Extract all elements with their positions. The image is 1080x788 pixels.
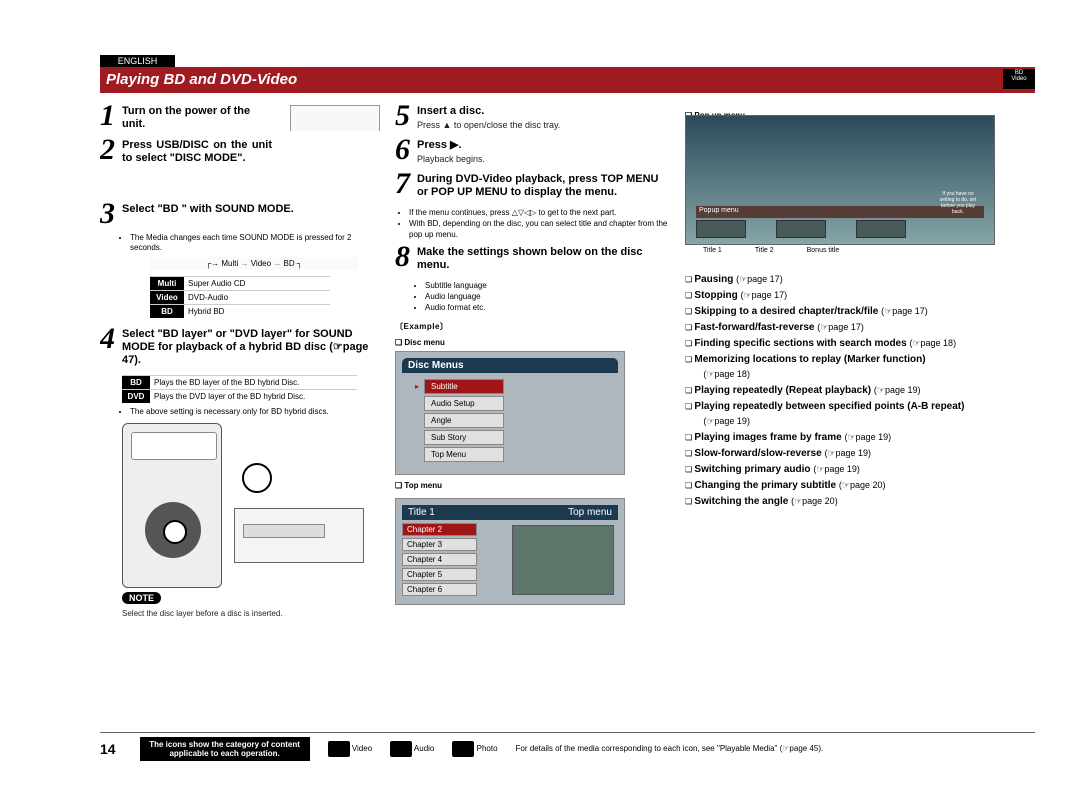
manual-page: ENGLISH Playing BD and DVD-Video BDVideo… — [0, 0, 1080, 788]
step-3-text: Select "BD " with SOUND MODE. — [122, 203, 380, 216]
audio-icon — [390, 741, 412, 757]
step-6-sub: Playback begins. — [417, 154, 670, 165]
language-tab: ENGLISH — [100, 55, 175, 67]
video-icon — [328, 741, 350, 757]
remote-illus — [122, 423, 222, 588]
step-8-number: 8 — [395, 246, 417, 268]
popup-menu-thumbnail: Popup menu If you have no setting to do,… — [685, 115, 995, 245]
usb-disc-button-illus — [290, 105, 380, 131]
photo-icon — [452, 741, 474, 757]
mode-sequence-diagram: ┌→ Multi → Video → BD ┐ — [150, 257, 358, 270]
step-3-note: The Media changes each time SOUND MODE i… — [130, 233, 380, 253]
layer-note: The above setting is necessary only for … — [130, 407, 380, 417]
step-3-number: 3 — [100, 203, 122, 225]
step-4-number: 4 — [100, 328, 122, 350]
dpad-icon — [145, 502, 201, 558]
step-6-text: Press ▶. — [417, 139, 670, 152]
column-3: ❏ Pop up menu Popup menu If you have no … — [685, 105, 995, 510]
column-1: 1 Turn on the power of the unit. 2 Press… — [100, 105, 380, 619]
disc-menu-thumbnail: Disc Menus Subtitle Audio Setup Angle Su… — [395, 351, 625, 475]
step-5-sub: Press ▲ to open/close the disc tray. — [417, 120, 670, 131]
remote-player-illus — [122, 423, 380, 588]
step-2-text: Press USB/DISC on the unit to select "DI… — [122, 139, 272, 165]
top-menu-thumbnail: Title 1Top menu Chapter 2 Chapter 3 Chap… — [395, 498, 625, 605]
step-7-text: During DVD-Video playback, press TOP MEN… — [417, 173, 670, 199]
step-7-number: 7 — [395, 173, 417, 195]
page-title: Playing BD and DVD-Video — [100, 67, 1035, 93]
step-8-text: Make the settings shown below on the dis… — [417, 246, 670, 272]
footer-right-note: For details of the media corresponding t… — [516, 744, 824, 753]
step-2-number: 2 — [100, 139, 122, 161]
menu-item-subtitle: Subtitle — [424, 379, 504, 394]
step-7-bullet-1: If the menu continues, press △▽◁▷ to get… — [409, 207, 670, 218]
disc-menu-label: ❏ Disc menu — [395, 338, 670, 347]
mode-table: MultiSuper Audio CD VideoDVD-Audio BDHyb… — [150, 276, 330, 318]
step-4-text: Select "BD layer" or "DVD layer" for SOU… — [122, 328, 380, 367]
note-badge: NOTE — [122, 592, 161, 604]
step-7-bullet-2: With BD, depending on the disc, you can … — [409, 218, 670, 240]
top-menu-preview — [512, 525, 614, 595]
footer-callout: The icons show the category of content a… — [140, 737, 310, 761]
page-footer: 14 The icons show the category of conten… — [100, 732, 1035, 760]
column-2: 5 Insert a disc. Press ▲ to open/close t… — [395, 105, 670, 605]
sound-mode-button-illus — [242, 463, 272, 493]
step-5-text: Insert a disc. — [417, 105, 670, 118]
reference-list: Pausing (☞page 17) Stopping (☞page 17) S… — [685, 272, 995, 509]
step-1-text: Turn on the power of the unit. — [122, 105, 272, 131]
step-5-number: 5 — [395, 105, 417, 127]
player-illus — [234, 508, 364, 563]
step-1-number: 1 — [100, 105, 122, 127]
layer-table: BDPlays the BD layer of the BD hybrid Di… — [122, 375, 357, 403]
note-text: Select the disc layer before a disc is i… — [122, 608, 380, 619]
step-6-number: 6 — [395, 139, 417, 161]
example-label: 〔Example〕 — [395, 321, 670, 332]
bd-video-icon: BDVideo — [1003, 69, 1035, 89]
top-menu-label: ❏ Top menu — [395, 481, 670, 490]
page-number: 14 — [100, 741, 116, 757]
